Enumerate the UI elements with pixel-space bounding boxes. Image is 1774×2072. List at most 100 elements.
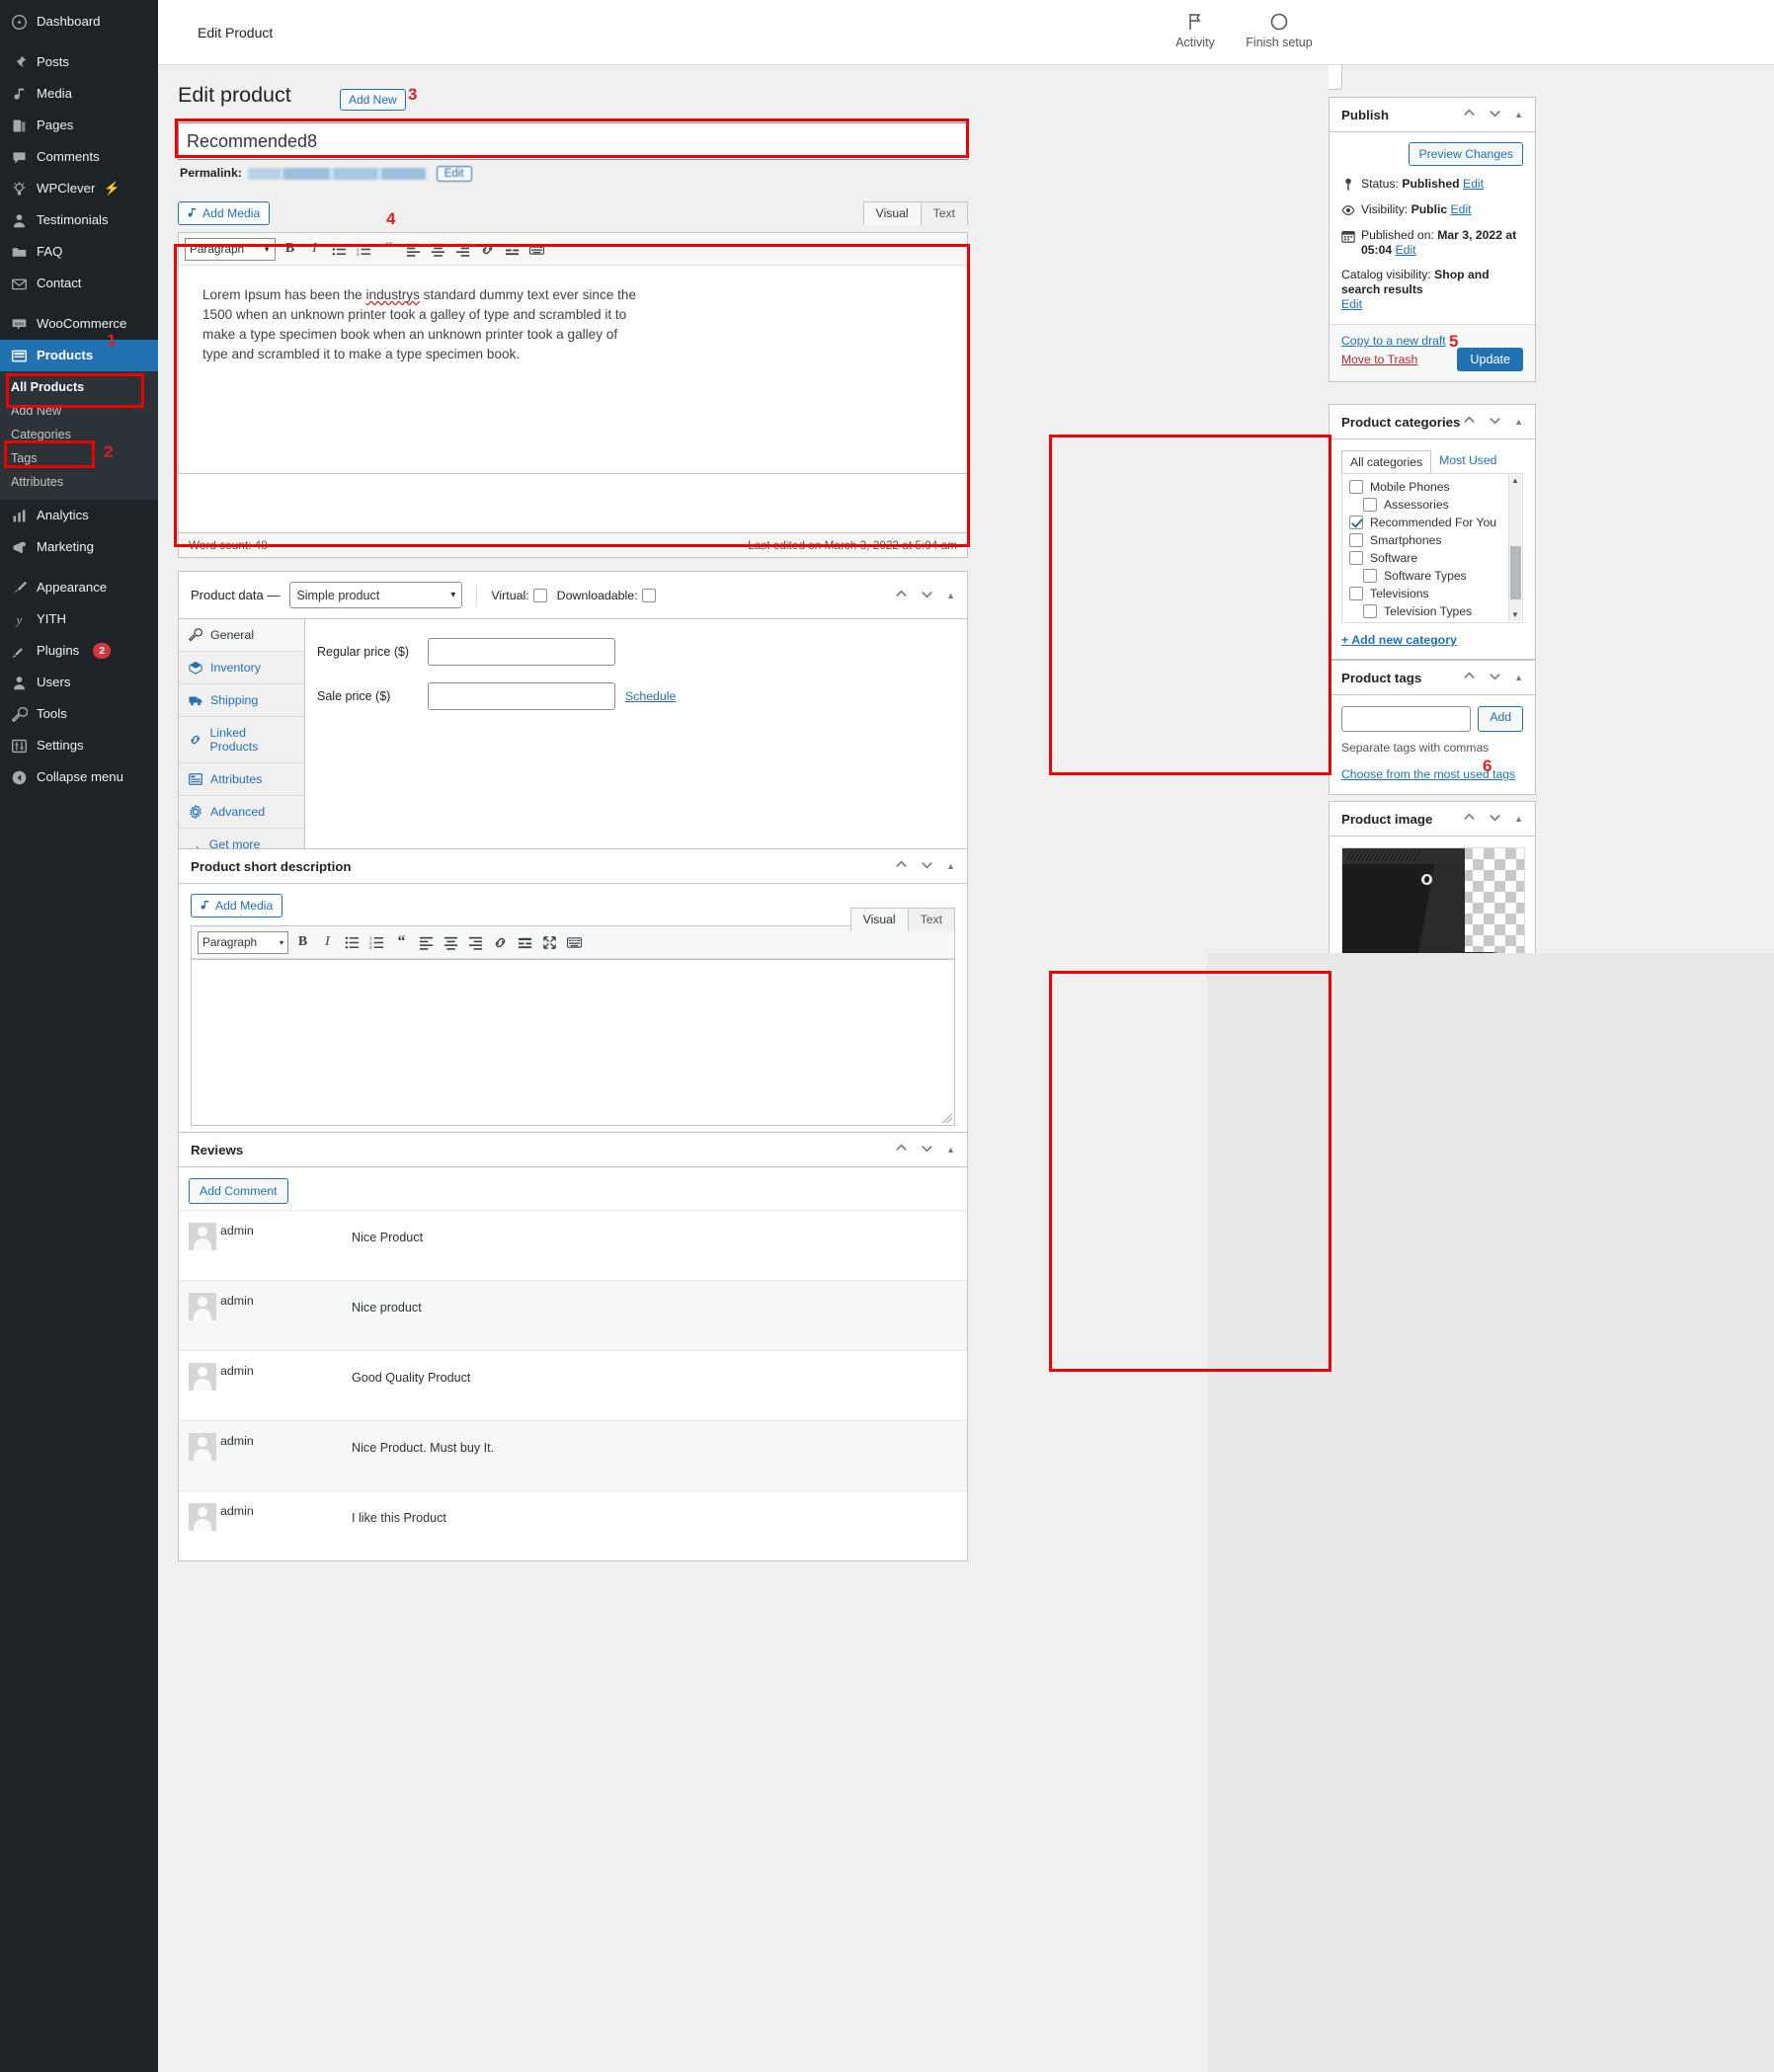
read-more-button[interactable] [502, 239, 523, 260]
align-left-button[interactable] [403, 239, 424, 260]
tab-visual[interactable]: Visual [862, 201, 922, 225]
category-checkbox[interactable] [1349, 533, 1363, 547]
category-item[interactable]: Software Types [1342, 567, 1522, 585]
submenu-item-attributes[interactable]: Attributes [0, 470, 158, 494]
move-up-icon[interactable] [895, 858, 908, 874]
tab-general[interactable]: General [179, 619, 304, 652]
sidebar-item-collapse-menu[interactable]: Collapse menu [0, 761, 158, 793]
catalog-edit-link[interactable]: Edit [1341, 297, 1362, 311]
tab-all-categories[interactable]: All categories [1341, 450, 1432, 474]
table-row[interactable]: admin Nice Product. Must buy It. [179, 1420, 967, 1490]
move-down-icon[interactable] [1489, 107, 1501, 122]
downloadable-checkbox[interactable] [641, 588, 656, 602]
move-down-icon[interactable] [921, 1142, 933, 1157]
virtual-checkbox-row[interactable]: Virtual: [491, 588, 547, 602]
toggle-panel-icon[interactable]: ▲ [946, 1145, 955, 1155]
short-description-textarea[interactable] [191, 960, 955, 1126]
sidebar-item-posts[interactable]: Posts [0, 46, 158, 78]
categories-checklist[interactable]: Mobile Phones Assessories Recommended Fo… [1341, 473, 1523, 623]
sale-price-input[interactable] [428, 682, 615, 710]
tab-text[interactable]: Text [907, 908, 955, 931]
scrollbar-thumb[interactable] [1510, 546, 1521, 599]
permalink-url[interactable] [248, 167, 427, 180]
virtual-checkbox[interactable] [532, 588, 547, 602]
tab-shipping[interactable]: Shipping [179, 684, 304, 717]
table-row[interactable]: admin Nice Product [179, 1210, 967, 1280]
category-checkbox[interactable] [1349, 480, 1363, 494]
align-left-button[interactable] [416, 932, 437, 953]
blockquote-button[interactable]: “ [378, 239, 399, 260]
add-media-button[interactable]: Add Media [178, 201, 271, 225]
paragraph-format-select[interactable]: Paragraph ▼ [185, 237, 276, 261]
sidebar-item-tools[interactable]: Tools [0, 698, 158, 730]
category-item[interactable]: Recommended For You [1342, 514, 1522, 531]
numbered-list-button[interactable]: 123 [366, 932, 387, 953]
tab-advanced[interactable]: Advanced [179, 796, 304, 829]
move-up-icon[interactable] [895, 1142, 908, 1157]
tab-visual[interactable]: Visual [849, 908, 909, 931]
category-checkbox[interactable] [1349, 516, 1363, 529]
sidebar-item-appearance[interactable]: Appearance [0, 572, 158, 603]
preview-changes-button[interactable]: Preview Changes [1409, 142, 1523, 166]
tab-attributes[interactable]: Attributes [179, 763, 304, 796]
italic-button[interactable]: I [304, 239, 325, 260]
update-button[interactable]: Update [1457, 348, 1523, 371]
toggle-panel-icon[interactable]: ▲ [1514, 417, 1523, 427]
add-comment-button[interactable]: Add Comment [189, 1178, 288, 1204]
product-type-select[interactable]: Simple product ▾ [289, 582, 463, 608]
submenu-item-categories[interactable]: Categories [0, 423, 158, 446]
categories-scrollbar[interactable]: ▲ ▼ [1508, 475, 1521, 621]
scroll-down-icon[interactable]: ▼ [1509, 609, 1521, 621]
toolbar-toggle-button[interactable] [526, 239, 547, 260]
read-more-button[interactable] [515, 932, 535, 953]
category-checkbox[interactable] [1349, 587, 1363, 600]
submenu-item-tags[interactable]: Tags [0, 446, 158, 470]
move-up-icon[interactable] [1463, 670, 1476, 685]
toggle-panel-icon[interactable]: ▲ [1514, 673, 1523, 682]
category-checkbox[interactable] [1363, 498, 1377, 512]
sidebar-item-testimonials[interactable]: Testimonials [0, 204, 158, 236]
sidebar-item-dashboard[interactable]: Dashboard [0, 6, 158, 38]
permalink-edit-button[interactable]: Edit [436, 166, 472, 182]
resize-handle-icon[interactable] [942, 1113, 952, 1123]
toggle-panel-icon[interactable]: ▲ [946, 861, 955, 871]
category-item[interactable]: Televisions [1342, 585, 1522, 602]
move-down-icon[interactable] [1489, 670, 1501, 685]
sidebar-item-faq[interactable]: FAQ [0, 236, 158, 268]
editor-content-area[interactable]: Lorem Ipsum has been the industrys stand… [179, 266, 967, 473]
submenu-item-add-new[interactable]: Add New [0, 399, 158, 423]
move-to-trash-link[interactable]: Move to Trash [1341, 353, 1417, 366]
add-new-category-link[interactable]: + Add new category [1341, 633, 1523, 647]
add-tag-button[interactable]: Add [1478, 706, 1523, 732]
short-desc-add-media-button[interactable]: Add Media [191, 894, 283, 917]
tag-input[interactable] [1341, 706, 1472, 732]
product-title-input[interactable]: Recommended8 [178, 122, 968, 160]
sidebar-item-media[interactable]: Media [0, 78, 158, 110]
schedule-link[interactable]: Schedule [625, 689, 676, 703]
insert-link-button[interactable] [490, 932, 511, 953]
align-center-button[interactable] [428, 239, 448, 260]
finish-setup-button[interactable]: Finish setup [1235, 12, 1324, 49]
table-row[interactable]: admin Nice product [179, 1280, 967, 1350]
category-item[interactable]: Software [1342, 549, 1522, 567]
move-down-icon[interactable] [1489, 414, 1501, 430]
sidebar-item-analytics[interactable]: Analytics [0, 500, 158, 531]
add-new-button[interactable]: Add New [340, 89, 406, 111]
sidebar-item-comments[interactable]: Comments [0, 141, 158, 173]
toggle-panel-icon[interactable]: ▲ [1514, 110, 1523, 120]
sidebar-item-settings[interactable]: Settings [0, 730, 158, 761]
insert-link-button[interactable] [477, 239, 498, 260]
sidebar-item-yith[interactable]: y YITH [0, 603, 158, 635]
move-down-icon[interactable] [921, 588, 933, 603]
sidebar-item-plugins[interactable]: Plugins 2 [0, 635, 158, 667]
move-up-icon[interactable] [1463, 811, 1476, 827]
align-center-button[interactable] [441, 932, 461, 953]
sidebar-item-pages[interactable]: Pages [0, 110, 158, 141]
toolbar-toggle-button[interactable] [564, 932, 585, 953]
toggle-panel-icon[interactable]: ▲ [1514, 814, 1523, 824]
category-item[interactable]: Assessories [1342, 496, 1522, 514]
tab-most-used[interactable]: Most Used [1431, 449, 1504, 473]
category-item[interactable]: Mobile Phones [1342, 478, 1522, 496]
tab-text[interactable]: Text [920, 201, 968, 225]
tab-linked-products[interactable]: Linked Products [179, 717, 304, 763]
